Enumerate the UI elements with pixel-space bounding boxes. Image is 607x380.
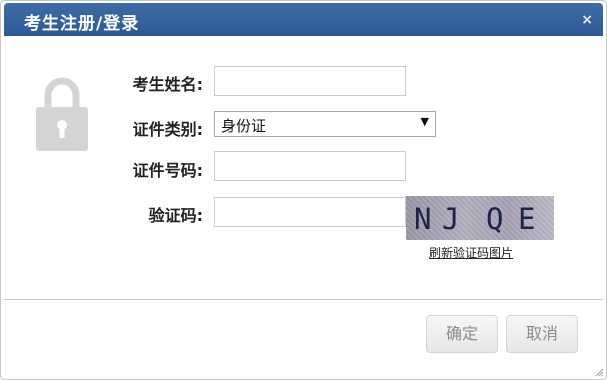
name-input[interactable] xyxy=(214,66,406,96)
name-label: 考生姓名: xyxy=(132,75,203,94)
captcha-char: Q xyxy=(486,202,504,236)
id-number-label: 证件号码: xyxy=(132,161,203,180)
dialog-title-bar[interactable]: 考生注册/登录 × xyxy=(4,3,603,36)
id-type-selected-value: 身份证 xyxy=(221,117,267,135)
confirm-button[interactable]: 确定 xyxy=(426,315,498,353)
id-type-select[interactable]: 身份证 ▼ xyxy=(214,111,436,137)
id-number-input[interactable] xyxy=(214,151,406,181)
captcha-label: 验证码: xyxy=(148,206,203,225)
captcha-char: J xyxy=(442,202,460,236)
captcha-input[interactable] xyxy=(214,197,406,227)
captcha-char: E xyxy=(518,202,536,236)
login-dialog: 考生注册/登录 × 考生姓名: 证件类别: 身份证 ▼ 证件号码: 验证码: N… xyxy=(0,0,607,380)
cancel-button[interactable]: 取消 xyxy=(506,315,578,353)
resize-grip-icon[interactable] xyxy=(594,367,604,377)
dialog-title: 考生注册/登录 xyxy=(24,14,140,34)
chevron-down-icon: ▼ xyxy=(420,115,429,128)
id-type-label: 证件类别: xyxy=(132,120,203,139)
close-icon[interactable]: × xyxy=(581,12,593,28)
captcha-image[interactable]: N J Q E xyxy=(406,196,554,240)
refresh-captcha-link[interactable]: 刷新验证码图片 xyxy=(429,244,513,261)
footer-divider xyxy=(4,299,603,300)
captcha-char: N xyxy=(414,202,432,236)
